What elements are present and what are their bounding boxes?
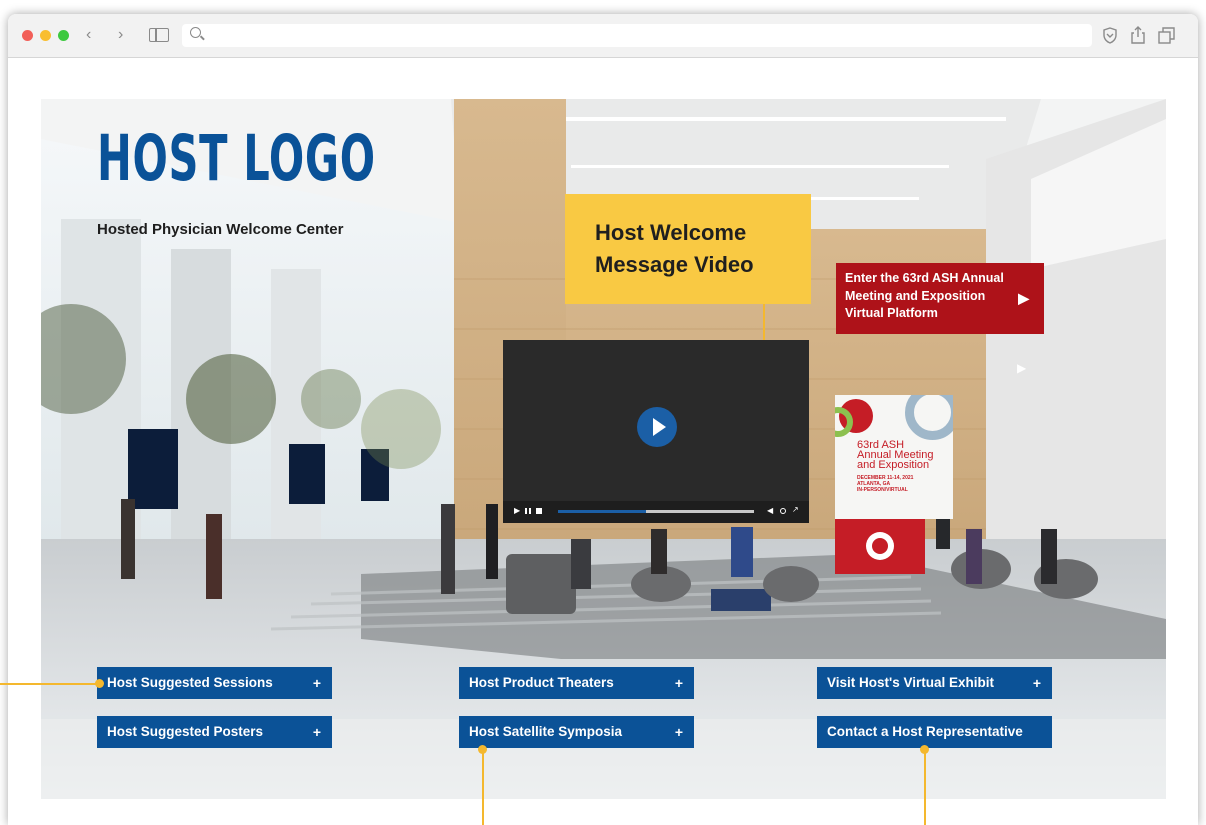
video-progress-bar[interactable] (558, 510, 754, 513)
contact-leader-tail (924, 799, 926, 825)
video-controls: ▶ ◀ ↗ (503, 501, 809, 523)
visit-virtual-exhibit-button[interactable]: Visit Host's Virtual Exhibit + (817, 667, 1052, 699)
plus-icon: + (674, 675, 683, 691)
banner-mode: IN-PERSON/VIRTUAL (857, 487, 908, 493)
sidebar-icon[interactable] (149, 28, 169, 42)
play-button[interactable] (637, 407, 677, 447)
video-callout-text: Host Welcome Message Video (595, 220, 754, 277)
tabs-icon[interactable] (1158, 27, 1175, 44)
host-logo: HOST LOGO (97, 122, 376, 195)
fullscreen-icon[interactable]: ↗ (792, 505, 799, 514)
sessions-label: Host Suggested Sessions (107, 675, 273, 690)
search-icon (190, 27, 201, 38)
video-callout: Host Welcome Message Video (565, 194, 811, 304)
sessions-leader-dot (95, 679, 104, 688)
host-suggested-posters-button[interactable]: Host Suggested Posters + (97, 716, 332, 748)
close-window-button[interactable] (22, 30, 33, 41)
next-arrow-icon[interactable]: ▶ (1017, 361, 1026, 375)
plus-icon: + (312, 724, 321, 740)
virtual-lobby-scene: 63rd ASH Annual Meeting and Exposition D… (41, 99, 1166, 799)
symposia-label: Host Satellite Symposia (469, 724, 623, 739)
posters-label: Host Suggested Posters (107, 724, 264, 739)
plus-icon: + (1032, 675, 1041, 691)
share-icon[interactable] (1130, 25, 1146, 45)
sessions-leader-line (0, 683, 96, 685)
contact-leader-line (924, 749, 926, 799)
back-icon[interactable]: ‹ (86, 25, 91, 45)
host-satellite-symposia-button[interactable]: Host Satellite Symposia + (459, 716, 694, 748)
volume-icon[interactable]: ◀ (767, 506, 773, 515)
play-arrow-icon: ▶ (1018, 290, 1029, 306)
host-product-theaters-button[interactable]: Host Product Theaters + (459, 667, 694, 699)
minimize-window-button[interactable] (40, 30, 51, 41)
contact-host-representative-button[interactable]: Contact a Host Representative (817, 716, 1052, 748)
ash-meeting-banner: 63rd ASH Annual Meeting and Exposition D… (835, 395, 953, 519)
play-control-icon[interactable]: ▶ (514, 506, 520, 515)
zoom-window-button[interactable] (58, 30, 69, 41)
enter-platform-link[interactable]: Enter the 63rd ASH Annual Meeting and Ex… (836, 263, 1044, 334)
host-suggested-sessions-button[interactable]: Host Suggested Sessions + (97, 667, 332, 699)
theaters-label: Host Product Theaters (469, 675, 614, 690)
symposia-leader-line (482, 749, 484, 799)
settings-icon[interactable] (780, 508, 786, 514)
forward-icon[interactable]: › (118, 25, 123, 45)
plus-icon: + (312, 675, 321, 691)
enter-platform-label: Enter the 63rd ASH Annual Meeting and Ex… (845, 271, 1004, 320)
banner-line3: and Exposition (857, 459, 930, 471)
browser-toolbar: ‹ › (8, 14, 1198, 58)
contact-label: Contact a Host Representative (827, 724, 1023, 739)
address-bar[interactable] (182, 24, 1092, 47)
exhibit-label: Visit Host's Virtual Exhibit (827, 675, 995, 690)
welcome-center-title: Hosted Physician Welcome Center (97, 221, 344, 238)
symposia-leader-tail (482, 799, 484, 825)
pause-icon[interactable] (525, 508, 527, 514)
shield-icon[interactable] (1102, 27, 1118, 44)
plus-icon: + (674, 724, 683, 740)
stop-icon[interactable] (536, 508, 542, 514)
welcome-video-player[interactable]: ▶ ◀ ↗ (503, 340, 809, 523)
